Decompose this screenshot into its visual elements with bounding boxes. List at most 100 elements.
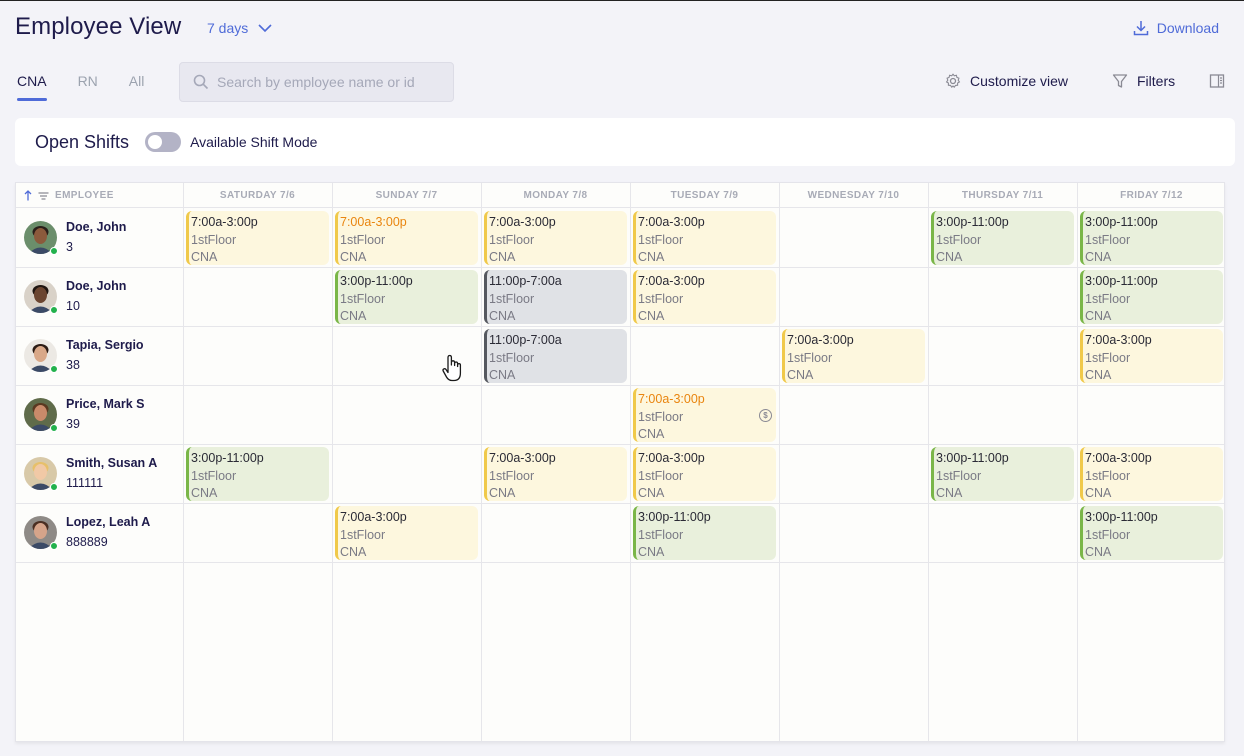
- employee-row-header[interactable]: Doe, John 10: [24, 267, 184, 325]
- filters-button[interactable]: Filters: [1112, 73, 1175, 89]
- employee-row-header[interactable]: Price, Mark S 39: [24, 385, 184, 443]
- shift-time: 3:00p-11:00p: [1085, 274, 1158, 288]
- range-label: 7 days: [207, 20, 249, 36]
- employee-row-header[interactable]: Lopez, Leah A 888889: [24, 503, 184, 561]
- gear-icon: [945, 73, 961, 89]
- shift-card[interactable]: 7:00a-3:00p 1stFloor CNA: [1080, 447, 1223, 501]
- shift-role: CNA: [787, 368, 814, 382]
- shift-time: 7:00a-3:00p: [489, 215, 556, 229]
- shift-role: CNA: [1085, 368, 1112, 382]
- employee-column-header[interactable]: EMPLOYEE: [24, 183, 114, 208]
- day-column-header[interactable]: WEDNESDAY 7/10: [779, 183, 928, 208]
- shift-card[interactable]: 3:00p-11:00p 1stFloor CNA: [931, 211, 1074, 265]
- day-column-header[interactable]: TUESDAY 7/9: [630, 183, 779, 208]
- shift-card[interactable]: 3:00p-11:00p 1stFloor CNA: [931, 447, 1074, 501]
- shift-time: 7:00a-3:00p: [1085, 333, 1152, 347]
- row-divider: [16, 267, 1224, 268]
- tab-all[interactable]: All: [129, 73, 145, 101]
- employee-id: 888889: [66, 535, 108, 549]
- shift-card[interactable]: 11:00p-7:00a 1stFloor CNA: [484, 270, 627, 324]
- shift-card[interactable]: 7:00a-3:00p 1stFloor CNA: [633, 270, 776, 324]
- shift-location: 1stFloor: [489, 350, 535, 365]
- employee-id: 38: [66, 358, 80, 372]
- employee-row-header[interactable]: Tapia, Sergio 38: [24, 326, 184, 384]
- shift-location: 1stFloor: [936, 468, 982, 483]
- download-button[interactable]: Download: [1133, 20, 1219, 36]
- employee-name[interactable]: Doe, John: [66, 219, 126, 235]
- shift-time: 7:00a-3:00p: [638, 215, 705, 229]
- shift-card[interactable]: 7:00a-3:00p 1stFloor CNA: [335, 506, 478, 560]
- shift-role: CNA: [1085, 250, 1112, 264]
- shift-location: 1stFloor: [489, 468, 535, 483]
- shift-role: CNA: [638, 486, 665, 500]
- day-column-header[interactable]: SUNDAY 7/7: [332, 183, 481, 208]
- shift-location: 1stFloor: [1085, 291, 1131, 306]
- panel-toggle-button[interactable]: [1209, 73, 1225, 89]
- employee-row-header[interactable]: Smith, Susan A 111111: [24, 444, 184, 502]
- shift-location: 1stFloor: [191, 468, 237, 483]
- shift-card[interactable]: 3:00p-11:00p 1stFloor CNA: [335, 270, 478, 324]
- avatar: [24, 456, 58, 491]
- shift-time: 3:00p-11:00p: [1085, 510, 1158, 524]
- shift-location: 1stFloor: [638, 291, 684, 306]
- employee-id: 39: [66, 417, 80, 431]
- shift-card[interactable]: 7:00a-3:00p 1stFloor CNA: [633, 211, 776, 265]
- sort-lines-icon: [38, 191, 49, 200]
- online-status-dot: [50, 246, 58, 255]
- day-column-header[interactable]: THURSDAY 7/11: [928, 183, 1077, 208]
- avatar: [24, 338, 58, 373]
- employee-name[interactable]: Lopez, Leah A: [66, 514, 150, 530]
- employee-name[interactable]: Doe, John: [66, 278, 126, 294]
- shift-role: CNA: [1085, 486, 1112, 500]
- shift-card[interactable]: 7:00a-3:00p 1stFloor CNA: [335, 211, 478, 265]
- shift-location: 1stFloor: [787, 350, 833, 365]
- range-dropdown[interactable]: 7 days: [207, 20, 272, 36]
- available-shift-mode-label: Available Shift Mode: [190, 134, 318, 150]
- shift-card[interactable]: 3:00p-11:00p 1stFloor CNA: [1080, 270, 1223, 324]
- shift-role: CNA: [340, 545, 367, 559]
- row-divider: [16, 326, 1224, 327]
- available-shift-mode-toggle[interactable]: [145, 132, 182, 152]
- search-box: [179, 62, 454, 102]
- shift-card[interactable]: 7:00a-3:00p 1stFloor CNA: [1080, 329, 1223, 383]
- shift-card[interactable]: 3:00p-11:00p 1stFloor CNA: [633, 506, 776, 560]
- employee-name[interactable]: Tapia, Sergio: [66, 337, 144, 353]
- shift-card[interactable]: 7:00a-3:00p 1stFloor CNA: [186, 211, 329, 265]
- shift-card[interactable]: 3:00p-11:00p 1stFloor CNA: [186, 447, 329, 501]
- day-column-header[interactable]: SATURDAY 7/6: [183, 183, 332, 208]
- shift-card[interactable]: 11:00p-7:00a 1stFloor CNA: [484, 329, 627, 383]
- shift-card[interactable]: 7:00a-3:00p 1stFloor CNA: [633, 447, 776, 501]
- avatar: [24, 279, 58, 314]
- shift-card[interactable]: 3:00p-11:00p 1stFloor CNA: [1080, 506, 1223, 560]
- employee-name[interactable]: Price, Mark S: [66, 396, 145, 412]
- shift-role: CNA: [936, 250, 963, 264]
- avatar: [24, 515, 58, 550]
- online-status-dot: [50, 482, 58, 491]
- dollar-coin-icon[interactable]: $: [759, 409, 772, 422]
- filters-label: Filters: [1137, 73, 1176, 89]
- sort-arrow-icon: [24, 190, 32, 201]
- day-column-header[interactable]: MONDAY 7/8: [481, 183, 630, 208]
- shift-time: 7:00a-3:00p: [638, 451, 705, 465]
- shift-card[interactable]: 3:00p-11:00p 1stFloor CNA: [1080, 211, 1223, 265]
- shift-location: 1stFloor: [340, 291, 386, 306]
- shift-time: 3:00p-11:00p: [1085, 215, 1158, 229]
- shift-card[interactable]: 7:00a-3:00p 1stFloor CNA: [484, 447, 627, 501]
- search-input[interactable]: [217, 74, 437, 90]
- shift-role: CNA: [191, 250, 218, 264]
- shift-time: 7:00a-3:00p: [340, 510, 407, 524]
- open-shifts-label: Open Shifts: [35, 131, 130, 152]
- shift-role: CNA: [191, 486, 218, 500]
- tab-cna[interactable]: CNA: [17, 73, 47, 101]
- day-column-header[interactable]: FRIDAY 7/12: [1077, 183, 1226, 208]
- employee-name[interactable]: Smith, Susan A: [66, 455, 157, 471]
- customize-view-button[interactable]: Customize view: [945, 73, 1068, 89]
- shift-card[interactable]: 7:00a-3:00p 1stFloor CNA: [782, 329, 925, 383]
- shift-role: CNA: [638, 545, 665, 559]
- row-divider: [16, 562, 1224, 563]
- shift-card[interactable]: 7:00a-3:00p 1stFloor CNA $: [633, 388, 776, 442]
- employee-row-header[interactable]: Doe, John 3: [24, 208, 184, 266]
- shift-card[interactable]: 7:00a-3:00p 1stFloor CNA: [484, 211, 627, 265]
- shift-time: 3:00p-11:00p: [638, 510, 711, 524]
- tab-rn[interactable]: RN: [78, 73, 98, 101]
